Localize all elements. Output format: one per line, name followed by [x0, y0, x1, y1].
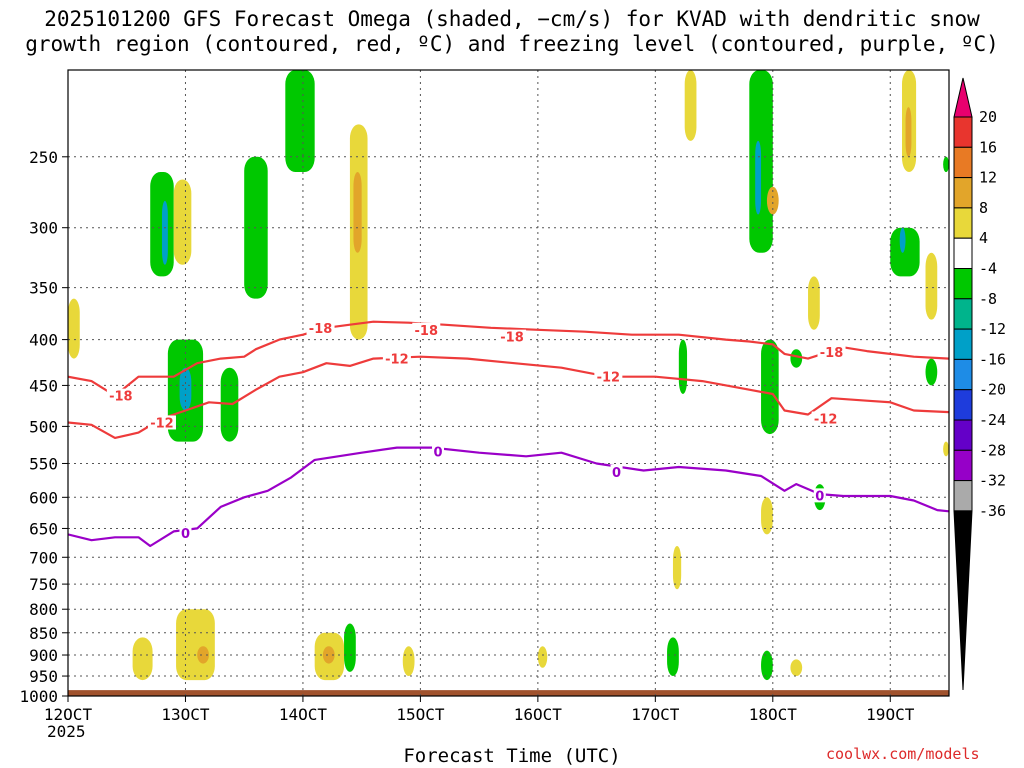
colorbar-label--20: -20	[979, 381, 1006, 399]
colorbar-segment-4	[953, 207, 973, 239]
colorbar-label--8: -8	[979, 290, 997, 308]
colorbar-label-16: 16	[979, 138, 997, 156]
y-tick-label-900: 900	[29, 646, 58, 665]
omega-region-0	[68, 298, 80, 359]
y-tick-label-850: 850	[29, 624, 58, 643]
y-tick-label-600: 600	[29, 488, 58, 507]
y-axis: 250 300 350 400 450 500 550 600 650 700 750 800 850 9…	[19, 148, 68, 706]
contour-label-0: -18	[309, 322, 333, 337]
omega-region-26	[761, 339, 779, 435]
colorbar: 20 16 12 8 4 -4 -8 -12 -16 -20 -24 -28 -32 -36	[953, 77, 1006, 691]
y-tick-label-1000: 1000	[19, 687, 58, 706]
omega-region-39	[943, 441, 949, 457]
y-tick-label-950: 950	[29, 667, 58, 686]
x-tick-label-18OCT: 18OCT	[749, 705, 798, 724]
x-tick-label-14OCT: 14OCT	[279, 705, 328, 724]
colorbar-segment-2	[953, 146, 973, 179]
colorbar-segment-1	[953, 116, 973, 148]
contour-label-8: -12	[814, 413, 838, 428]
omega-region-1	[132, 637, 153, 681]
omega-region-7	[176, 609, 215, 681]
colorbar-label-8: 8	[979, 199, 988, 217]
colorbar-label--28: -28	[979, 441, 1006, 459]
colorbar-segment-11	[953, 419, 973, 451]
contour-label-10: 0	[612, 466, 621, 481]
y-tick-label-650: 650	[29, 519, 58, 538]
colorbar-segment-9	[953, 358, 973, 391]
contour-label-4: -18	[109, 390, 133, 405]
omega-region-4	[173, 179, 192, 265]
y-tick-label-700: 700	[29, 548, 58, 567]
colorbar-label--4: -4	[979, 260, 997, 278]
y-tick-label-250: 250	[29, 148, 58, 167]
colorbar-segment-8	[953, 328, 973, 360]
y-tick-label-300: 300	[29, 219, 58, 238]
colorbar-top-arrow	[953, 77, 973, 118]
colorbar-label--16: -16	[979, 350, 1006, 368]
omega-region-24	[755, 140, 762, 215]
contour-label-1: -18	[415, 324, 439, 339]
omega-region-40	[943, 156, 949, 173]
omega-shading	[68, 70, 949, 696]
omega-region-36	[905, 107, 912, 157]
contour-label-12: 0	[815, 489, 824, 504]
y-tick-label-500: 500	[29, 417, 58, 436]
omega-region-34	[899, 227, 906, 253]
colorbar-label--24: -24	[979, 411, 1006, 429]
colorbar-segment-6	[953, 268, 973, 300]
omega-region-31	[808, 276, 820, 330]
colorbar-label--36: -36	[979, 502, 1006, 520]
x-tick-label-16OCT: 16OCT	[514, 705, 563, 724]
omega-region-20	[672, 545, 682, 590]
omega-region-3	[161, 200, 168, 265]
omega-region-22	[684, 70, 697, 141]
contour-label-2: -18	[500, 331, 524, 346]
credit-text: coolwx.com/models	[826, 745, 980, 763]
omega-region-17	[402, 646, 415, 677]
x-axis: 12OCT 13OCT 14OCT 15OCT 16OCT 17OCT 18OCT 19OCT	[44, 696, 915, 724]
omega-region-16	[353, 172, 362, 253]
omega-region-37	[925, 252, 938, 320]
colorbar-segment-7	[953, 298, 973, 330]
surface-band	[68, 690, 949, 696]
colorbar-segment-12	[953, 449, 973, 482]
colorbar-label--32: -32	[979, 472, 1006, 490]
y-tick-label-450: 450	[29, 376, 58, 395]
colorbar-segment-13	[953, 480, 973, 512]
contour-label-5: -12	[385, 353, 409, 368]
contour-label-7: -12	[150, 416, 174, 431]
colorbar-segment-5	[953, 237, 973, 269]
x-tick-label-15OCT: 15OCT	[396, 705, 445, 724]
chart-canvas: -18 -18 -18 -18 -18 -12 -12 -12 -12 0 0 0 0 250 300 35…	[19, 69, 1006, 724]
omega-region-18	[537, 646, 548, 668]
omega-region-30	[790, 349, 803, 368]
contour-label-3: -18	[820, 346, 844, 361]
y-tick-label-400: 400	[29, 331, 58, 350]
contour-label-9: 0	[433, 445, 442, 460]
x-tick-label-17OCT: 17OCT	[631, 705, 680, 724]
colorbar-label-12: 12	[979, 169, 997, 187]
omega-region-29	[790, 659, 803, 677]
colorbar-label--12: -12	[979, 320, 1006, 338]
y-tick-label-550: 550	[29, 454, 58, 473]
x-tick-label-13OCT: 13OCT	[161, 705, 210, 724]
colorbar-segment-3	[953, 177, 973, 209]
omega-region-19	[667, 637, 679, 677]
omega-region-38	[925, 358, 938, 386]
colorbar-bottom-arrow	[953, 510, 973, 691]
colorbar-label-4: 4	[979, 229, 988, 247]
omega-region-14	[344, 623, 356, 672]
y-tick-label-350: 350	[29, 279, 58, 298]
colorbar-label-20: 20	[979, 108, 997, 126]
y-tick-label-750: 750	[29, 575, 58, 594]
contour-label-11: 0	[181, 527, 190, 542]
contour-label-6: -12	[597, 371, 621, 386]
x-tick-label-19OCT: 19OCT	[866, 705, 915, 724]
omega-region-11	[285, 70, 315, 173]
x-axis-year-label: 2025	[47, 722, 86, 741]
colorbar-segment-10	[953, 389, 973, 421]
y-tick-label-800: 800	[29, 600, 58, 619]
